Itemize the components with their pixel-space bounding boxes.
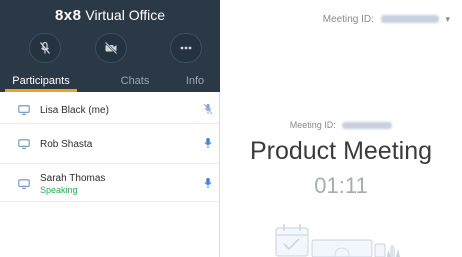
- mic-off-icon: [203, 103, 213, 115]
- brand: 8x8 Virtual Office: [0, 7, 220, 24]
- participant-row[interactable]: Lisa Black (me): [0, 96, 219, 124]
- calendar-illustration-icon: [275, 224, 400, 257]
- participant-row[interactable]: Rob Shasta: [0, 124, 219, 164]
- participant-name: Rob Shasta: [40, 139, 93, 150]
- app-window: 8x8 Virtual Office Participants Chats In…: [0, 0, 462, 257]
- mic-icon: [204, 178, 212, 188]
- computer-icon: [18, 139, 30, 149]
- meeting-id-label: Meeting ID:: [289, 120, 336, 130]
- video-off-button[interactable]: [95, 33, 127, 63]
- meeting-id-dropdown[interactable]: Meeting ID: ▾: [323, 14, 450, 25]
- meeting-timer: 01:11: [314, 173, 368, 198]
- participant-name: Sarah Thomas: [40, 173, 106, 184]
- tab-chats[interactable]: Chats: [112, 72, 158, 92]
- meeting-id-redacted: [380, 15, 439, 24]
- brand-name: Virtual Office: [85, 7, 166, 23]
- meeting-id-redacted: [342, 122, 393, 130]
- video-off-icon: [104, 41, 118, 55]
- tab-chats-label: Chats: [120, 75, 150, 87]
- sidebar: 8x8 Virtual Office Participants Chats In…: [0, 0, 220, 257]
- mic-icon: [204, 138, 212, 148]
- more-button[interactable]: [170, 33, 202, 63]
- tab-info-label: Info: [185, 75, 205, 87]
- meeting-id-info: Meeting ID:: [220, 120, 462, 130]
- meeting-id-label: Meeting ID:: [322, 14, 374, 25]
- meeting-panel: Meeting ID: ▾ Meeting ID: Product Meetin…: [220, 0, 462, 257]
- call-controls: [0, 33, 220, 63]
- more-icon: [180, 46, 192, 50]
- tab-participants[interactable]: Participants: [5, 72, 77, 92]
- tab-info[interactable]: Info: [180, 72, 210, 92]
- sidebar-header: 8x8 Virtual Office Participants Chats In…: [0, 0, 220, 92]
- computer-icon: [18, 179, 30, 189]
- computer-icon: [18, 105, 30, 115]
- tab-participants-label: Participants: [12, 75, 70, 87]
- active-tab-indicator: [5, 89, 77, 92]
- speaking-status: Speaking: [40, 185, 78, 195]
- sidebar-tabs: Participants Chats Info: [0, 72, 220, 92]
- mic-off-icon: [39, 41, 51, 54]
- participant-name: Lisa Black (me): [40, 105, 109, 116]
- meeting-title: Product Meeting: [249, 137, 433, 165]
- mute-mic-button[interactable]: [29, 33, 61, 63]
- brand-logo: 8x8: [54, 7, 82, 24]
- participant-row[interactable]: Sarah Thomas Speaking: [0, 164, 219, 202]
- chevron-down-icon: ▾: [445, 14, 450, 24]
